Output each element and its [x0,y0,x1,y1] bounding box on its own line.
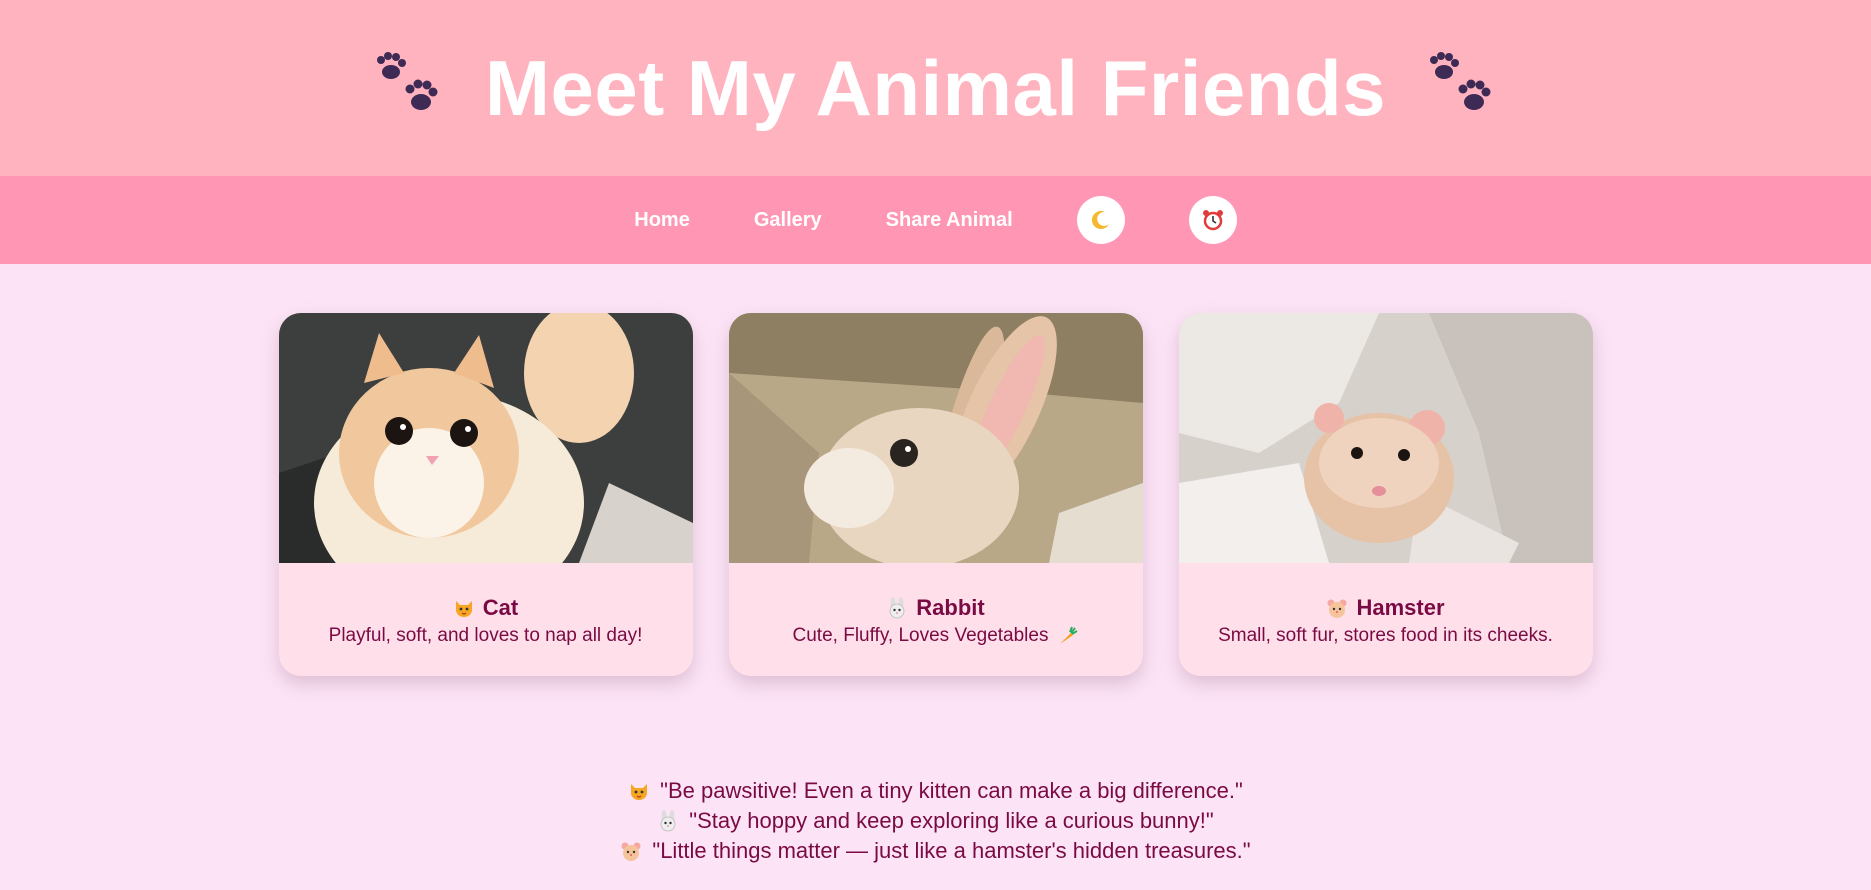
quote-line: "Little things matter — just like a hams… [0,836,1871,866]
quotes-section: "Be pawsitive! Even a tiny kitten can ma… [0,776,1871,866]
cat-face-icon [455,601,472,617]
card-rabbit[interactable]: Rabbit Cute, Fluffy, Loves Vegetables [728,313,1143,676]
nav-bar: Home Gallery Share Animal [0,176,1871,264]
cat-face-icon [631,784,648,800]
theme-toggle-button[interactable] [1076,196,1125,244]
nav-home-link[interactable]: Home [634,209,690,232]
hamster-face-icon [1327,599,1347,618]
alarm-clock-icon [1202,210,1223,231]
card-hamster[interactable]: Hamster Small, soft fur, stores food in … [1178,313,1593,676]
card-title: Rabbit [916,595,985,620]
paw-prints-icon [377,52,438,110]
quote-text: "Stay hoppy and keep exploring like a cu… [689,808,1214,833]
card-title: Cat [482,595,519,620]
animal-cards: Cat Playful, soft, and loves to nap all … [0,313,1871,676]
rabbit-photo [728,313,1143,563]
hamster-photo [1178,313,1593,563]
carrot-icon [1060,626,1078,644]
nav-share-animal-link[interactable]: Share Animal [886,209,1013,232]
card-description: Cute, Fluffy, Loves Vegetables [792,625,1049,646]
hamster-face-icon [621,842,641,861]
rabbit-face-icon [660,810,676,832]
alarm-button[interactable] [1188,196,1237,244]
quote-text: "Be pawsitive! Even a tiny kitten can ma… [660,778,1243,803]
nav-gallery-link[interactable]: Gallery [754,209,822,232]
card-description: Playful, soft, and loves to nap all day! [328,625,643,646]
card-title: Hamster [1356,595,1445,620]
quote-line: "Stay hoppy and keep exploring like a cu… [0,806,1871,836]
paw-prints-icon [1429,52,1491,110]
card-description: Small, soft fur, stores food in its chee… [1218,625,1553,646]
card-cat[interactable]: Cat Playful, soft, and loves to nap all … [278,313,693,676]
quote-text: "Little things matter — just like a hams… [652,838,1251,863]
moon-icon [1091,211,1109,230]
rabbit-face-icon [889,597,905,619]
page-header: Meet My Animal Friends [0,0,1871,176]
page-title: Meet My Animal Friends [485,43,1386,132]
quote-line: "Be pawsitive! Even a tiny kitten can ma… [0,776,1871,806]
cat-photo [278,313,693,563]
